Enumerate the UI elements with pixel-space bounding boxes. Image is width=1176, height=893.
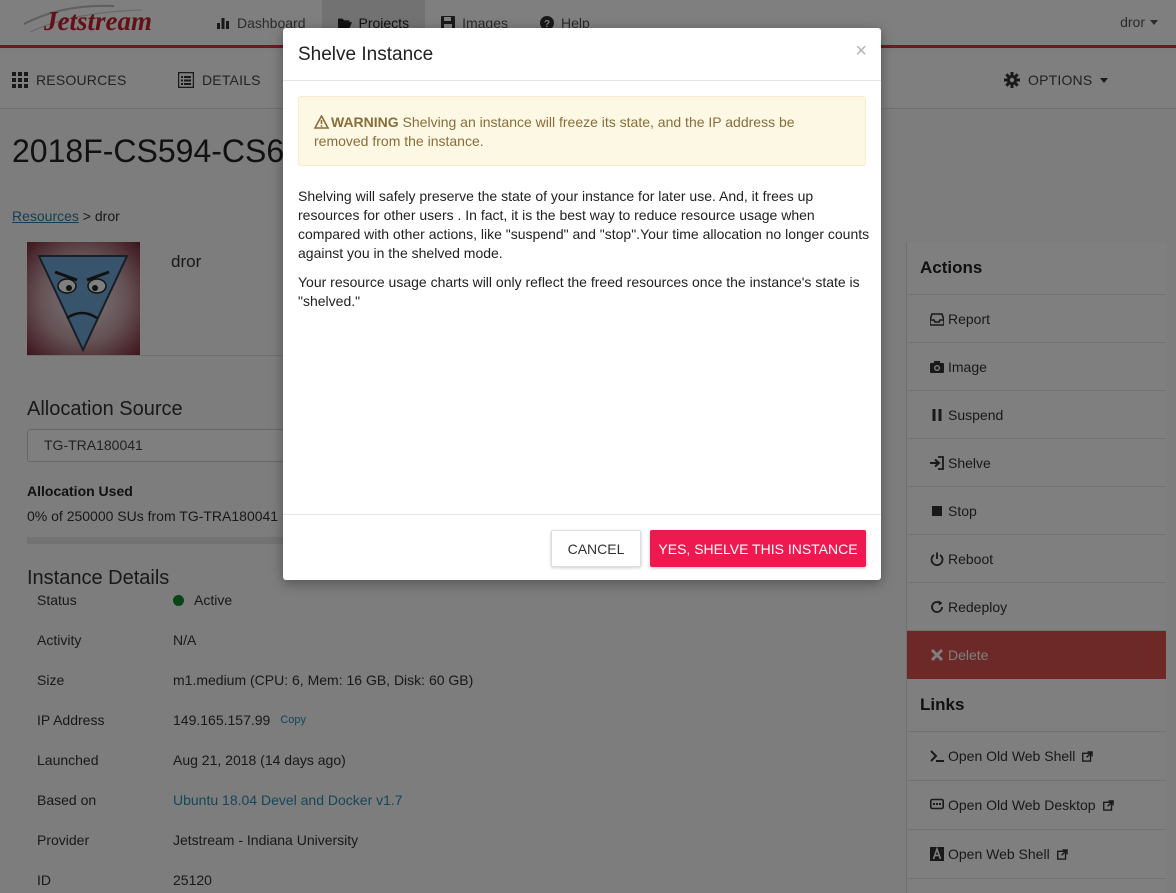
- warning-alert: WARNING Shelving an instance will freeze…: [298, 96, 866, 166]
- warning-icon: [313, 114, 330, 129]
- close-icon[interactable]: ×: [855, 40, 867, 63]
- shelve-instance-modal: Shelve Instance × WARNING Shelving an in…: [283, 28, 881, 580]
- warning-label: WARNING: [331, 114, 399, 130]
- cancel-button[interactable]: CANCEL: [551, 530, 641, 567]
- confirm-shelve-button[interactable]: YES, SHELVE THIS INSTANCE: [650, 530, 866, 567]
- modal-title: Shelve Instance: [298, 44, 434, 65]
- modal-header: Shelve Instance ×: [283, 28, 881, 81]
- modal-paragraph: Shelving will safely preserve the state …: [298, 188, 870, 261]
- modal-footer: CANCEL YES, SHELVE THIS INSTANCE: [283, 514, 881, 580]
- modal-paragraph: Your resource usage charts will only ref…: [298, 274, 860, 309]
- modal-body: Shelving will safely preserve the state …: [298, 187, 870, 321]
